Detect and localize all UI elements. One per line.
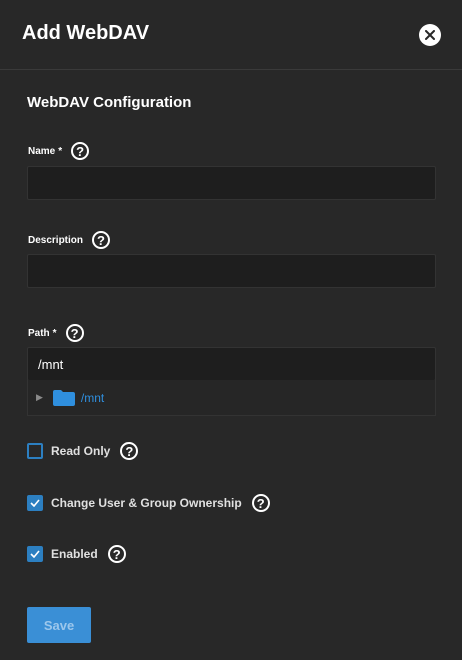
close-button[interactable] [419,24,441,46]
description-label-text: Description [28,234,84,246]
enabled-label: Enabled [51,547,98,561]
help-icon[interactable]: ? [120,442,139,460]
dialog-title: Add WebDAV [22,22,150,44]
path-input[interactable] [27,347,436,381]
tree-node-label[interactable]: /mnt [81,391,104,405]
name-label-text: Name [28,145,56,157]
section-title: WebDAV Configuration [27,94,192,111]
description-label: Description ? [28,231,111,249]
checkmark-icon [30,499,40,507]
enabled-option: Enabled ? [27,545,126,563]
name-input[interactable] [27,166,436,200]
required-marker: * [58,145,63,157]
required-marker: * [52,327,57,339]
close-icon [425,30,435,40]
name-label: Name * ? [28,142,90,160]
path-label: Path * ? [28,324,84,342]
change-ownership-checkbox[interactable] [27,495,43,511]
help-icon[interactable]: ? [107,545,126,563]
chevron-right-icon[interactable]: ▶ [36,392,43,403]
path-label-text: Path [28,327,50,339]
path-explorer-tree: ▶ /mnt [27,380,436,416]
save-button[interactable]: Save [27,607,91,643]
folder-icon [52,389,75,406]
help-icon[interactable]: ? [65,324,84,342]
enabled-checkbox[interactable] [27,546,43,562]
help-icon[interactable]: ? [251,494,270,512]
checkmark-icon [30,550,40,558]
help-icon[interactable]: ? [71,142,90,160]
description-input[interactable] [27,254,436,288]
read-only-checkbox[interactable] [27,443,43,459]
read-only-option: Read Only ? [27,442,139,460]
change-ownership-label: Change User & Group Ownership [51,496,242,510]
read-only-label: Read Only [51,444,111,458]
help-icon[interactable]: ? [92,231,111,249]
change-ownership-option: Change User & Group Ownership ? [27,494,270,512]
dialog-header: Add WebDAV [0,0,462,70]
